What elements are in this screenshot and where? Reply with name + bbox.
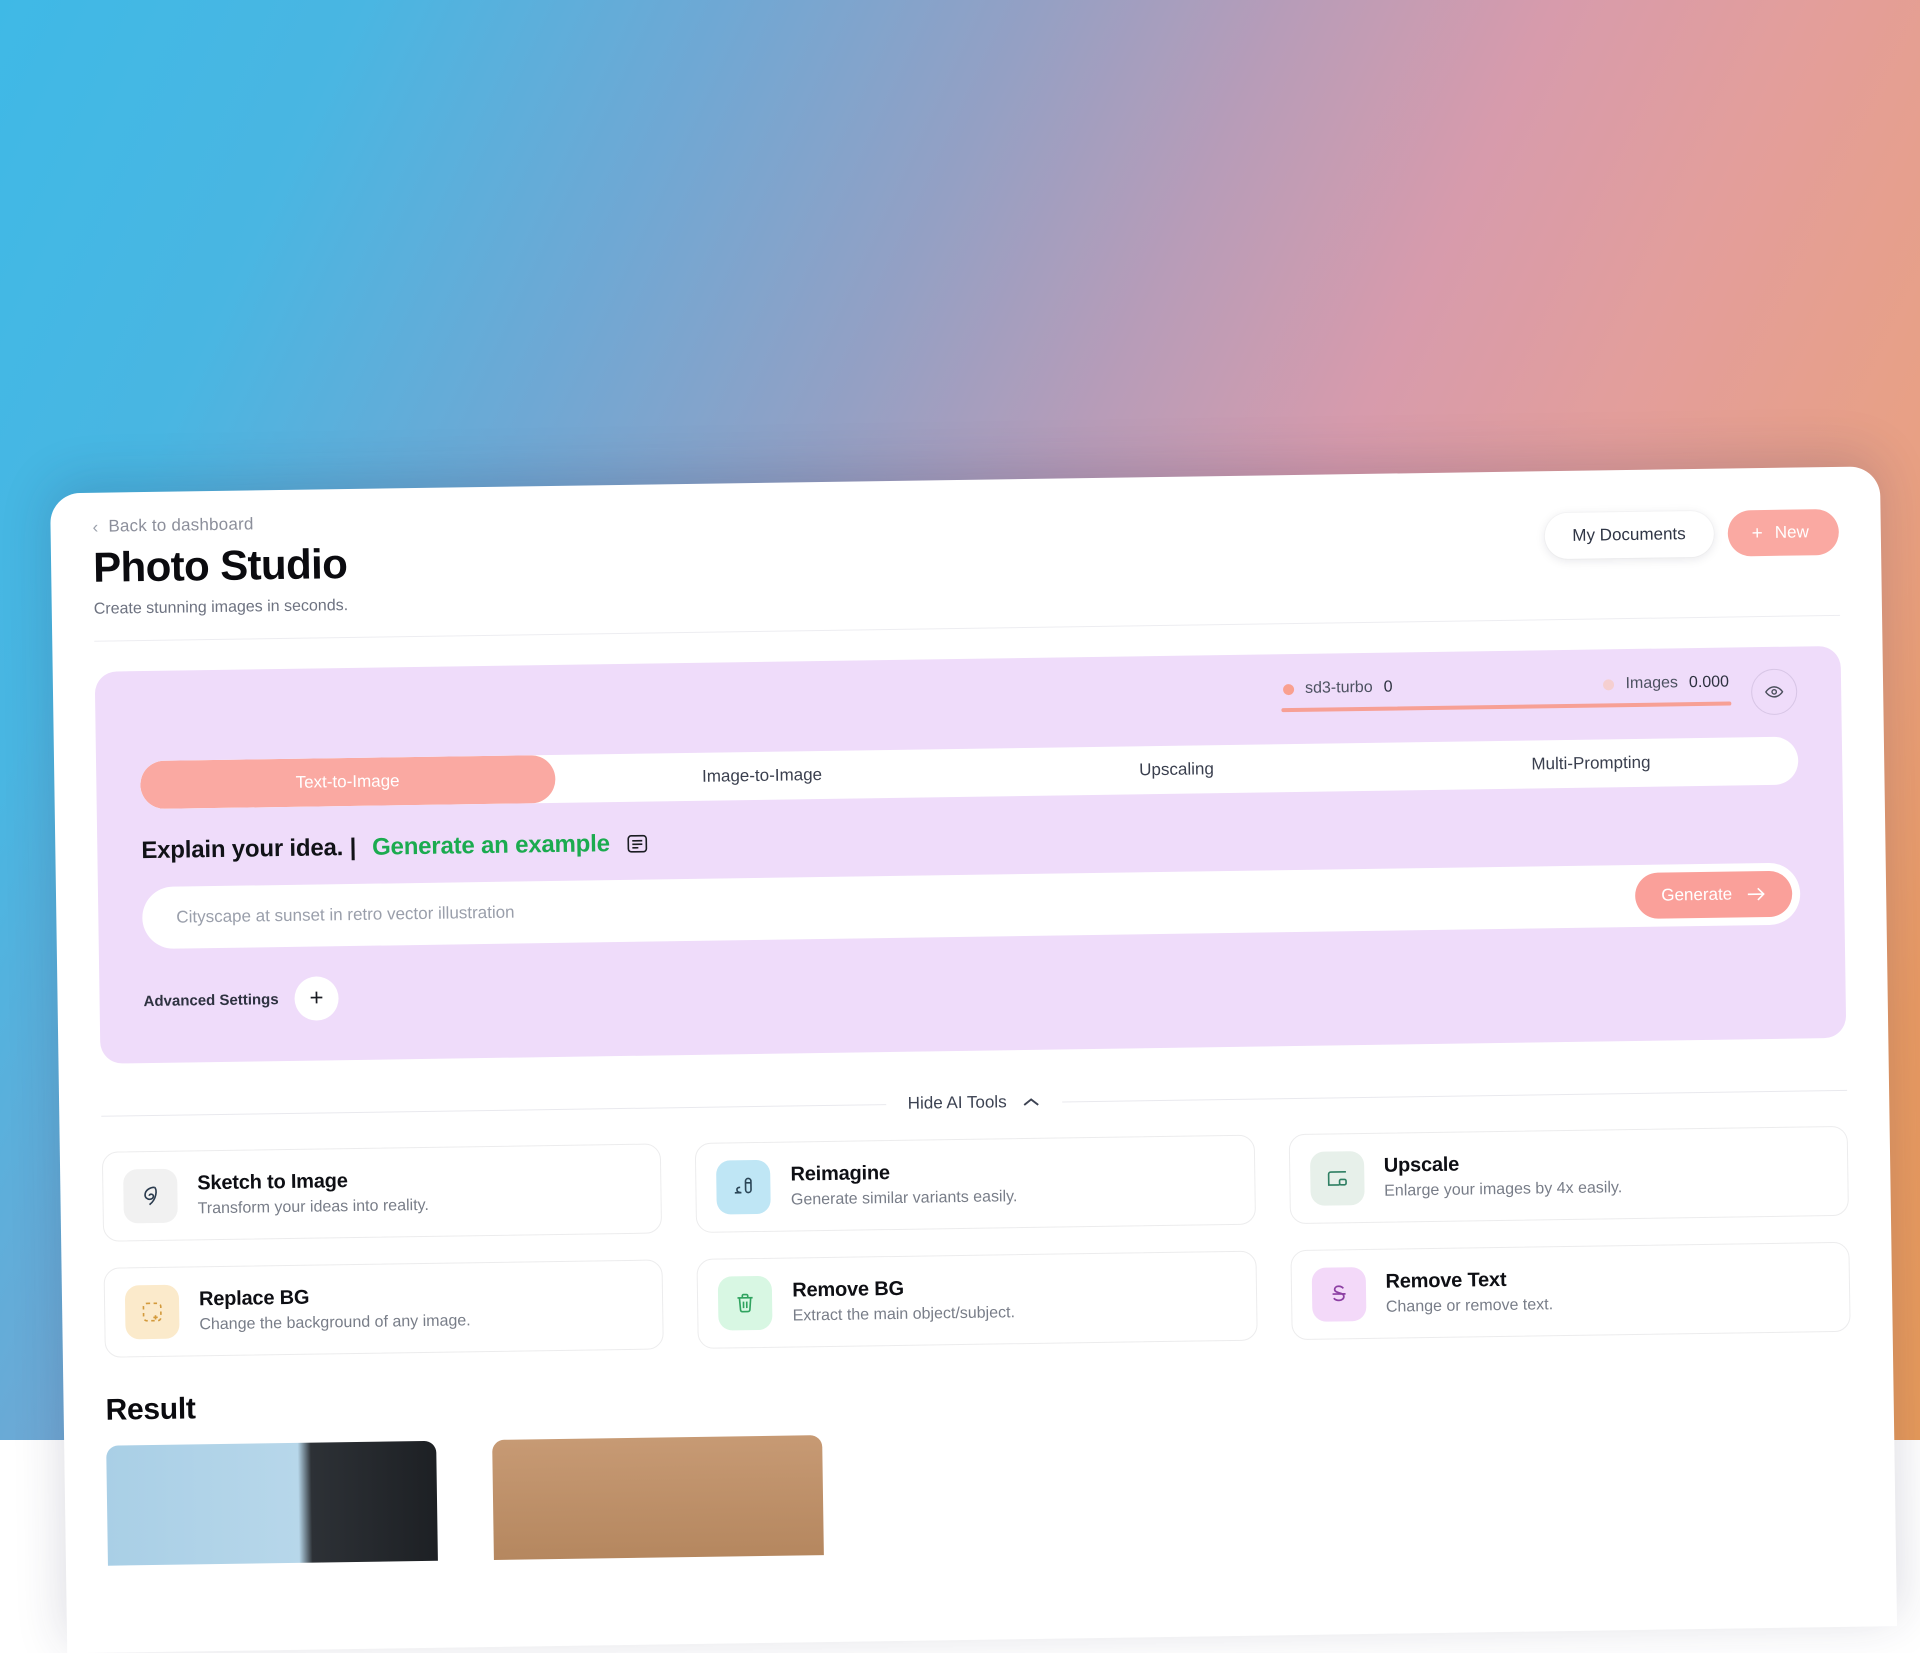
tab-text-to-image[interactable]: Text-to-Image	[140, 755, 555, 809]
tool-title: Upscale	[1384, 1151, 1622, 1178]
stat-images-value: 0.000	[1689, 674, 1729, 693]
result-thumbnails	[106, 1420, 1854, 1566]
app-card: ‹ Back to dashboard Photo Studio Create …	[50, 466, 1897, 1653]
tool-card-remove-text[interactable]: Remove Text Change or remove text.	[1290, 1242, 1851, 1340]
arrow-right-icon	[1746, 886, 1766, 902]
header-actions: My Documents + New	[1544, 509, 1839, 559]
tab-upscaling[interactable]: Upscaling	[969, 743, 1384, 797]
back-to-dashboard-label: Back to dashboard	[108, 514, 253, 536]
new-button-label: New	[1775, 522, 1809, 543]
generate-button-label: Generate	[1661, 885, 1732, 906]
tool-description: Generate similar variants easily.	[791, 1188, 1018, 1209]
back-to-dashboard-link[interactable]: ‹ Back to dashboard	[92, 514, 253, 536]
divider-line-right	[1063, 1090, 1847, 1103]
chevron-left-icon: ‹	[92, 518, 98, 535]
stat-images: Images 0.000	[1603, 674, 1729, 694]
page-header: ‹ Back to dashboard Photo Studio Create …	[50, 466, 1882, 642]
magic-pen-icon	[716, 1160, 771, 1215]
generator-panel: sd3-turbo 0 Images 0.000	[95, 646, 1847, 1064]
advanced-settings-row: Advanced Settings +	[143, 955, 1801, 1024]
prompt-input[interactable]	[176, 865, 1636, 949]
advanced-settings-label: Advanced Settings	[143, 991, 278, 1010]
tool-description: Change the background of any image.	[199, 1312, 471, 1334]
result-title: Result	[105, 1368, 1851, 1428]
result-thumbnail-1[interactable]	[106, 1441, 438, 1566]
preview-toggle-button[interactable]	[1751, 669, 1798, 716]
tool-description: Transform your ideas into reality.	[198, 1197, 429, 1218]
list-box-icon[interactable]	[626, 832, 650, 856]
prompt-heading: Explain your idea. |	[141, 834, 356, 865]
tool-card-replace-bg[interactable]: Replace BG Change the background of any …	[104, 1260, 665, 1358]
stat-images-name: Images	[1625, 674, 1678, 693]
header-divider	[94, 615, 1840, 642]
stats-meters: sd3-turbo 0 Images 0.000	[1281, 674, 1731, 713]
prompt-row: Generate	[142, 863, 1801, 950]
tool-description: Extract the main object/subject.	[793, 1304, 1016, 1325]
advanced-settings-toggle[interactable]: +	[294, 976, 339, 1021]
scribble-icon	[123, 1169, 178, 1224]
hide-ai-tools-label: Hide AI Tools	[908, 1092, 1007, 1113]
result-thumbnail-2[interactable]	[492, 1435, 824, 1560]
tool-title: Sketch to Image	[197, 1169, 429, 1195]
tool-title: Remove Text	[1385, 1268, 1553, 1293]
result-section: Result	[105, 1368, 1853, 1566]
tool-card-sketch-to-image[interactable]: Sketch to Image Transform your ideas int…	[102, 1144, 663, 1242]
mode-tabs: Text-to-Image Image-to-Image Upscaling M…	[140, 737, 1799, 810]
my-documents-button[interactable]: My Documents	[1544, 511, 1714, 560]
new-button[interactable]: + New	[1727, 509, 1839, 557]
status-dot-icon	[1603, 679, 1614, 690]
trash-icon	[718, 1276, 773, 1331]
tool-description: Enlarge your images by 4x easily.	[1384, 1179, 1622, 1201]
tool-description: Change or remove text.	[1386, 1296, 1553, 1316]
generate-example-link[interactable]: Generate an example	[372, 830, 610, 862]
stats-row: sd3-turbo 0 Images 0.000	[139, 673, 1797, 740]
expand-frame-icon	[1310, 1151, 1365, 1206]
stat-model: sd3-turbo 0	[1283, 679, 1393, 699]
prompt-heading-row: Explain your idea. | Generate an example	[141, 813, 1799, 866]
chevron-up-icon	[1023, 1096, 1041, 1107]
tool-title: Reimagine	[790, 1160, 1017, 1186]
tools-divider: Hide AI Tools	[101, 1080, 1847, 1126]
dashed-square-plus-icon	[125, 1285, 180, 1340]
stat-model-name: sd3-turbo	[1305, 679, 1373, 698]
tool-card-reimagine[interactable]: Reimagine Generate similar variants easi…	[695, 1135, 1256, 1233]
plus-icon: +	[1752, 524, 1763, 543]
stat-model-value: 0	[1384, 679, 1393, 697]
strikethrough-s-icon	[1311, 1267, 1366, 1322]
status-dot-icon	[1283, 684, 1294, 695]
tab-multi-prompting[interactable]: Multi-Prompting	[1383, 737, 1798, 791]
tool-title: Replace BG	[199, 1284, 471, 1311]
generate-button[interactable]: Generate	[1635, 871, 1793, 919]
hide-ai-tools-button[interactable]: Hide AI Tools	[908, 1092, 1041, 1114]
tab-image-to-image[interactable]: Image-to-Image	[554, 749, 969, 803]
eye-icon	[1764, 682, 1784, 702]
tool-card-upscale[interactable]: Upscale Enlarge your images by 4x easily…	[1288, 1126, 1849, 1224]
tool-title: Remove BG	[792, 1276, 1015, 1302]
divider-line-left	[101, 1104, 885, 1117]
tool-card-remove-bg[interactable]: Remove BG Extract the main object/subjec…	[697, 1251, 1258, 1349]
ai-tools-grid: Sketch to Image Transform your ideas int…	[102, 1126, 1851, 1358]
